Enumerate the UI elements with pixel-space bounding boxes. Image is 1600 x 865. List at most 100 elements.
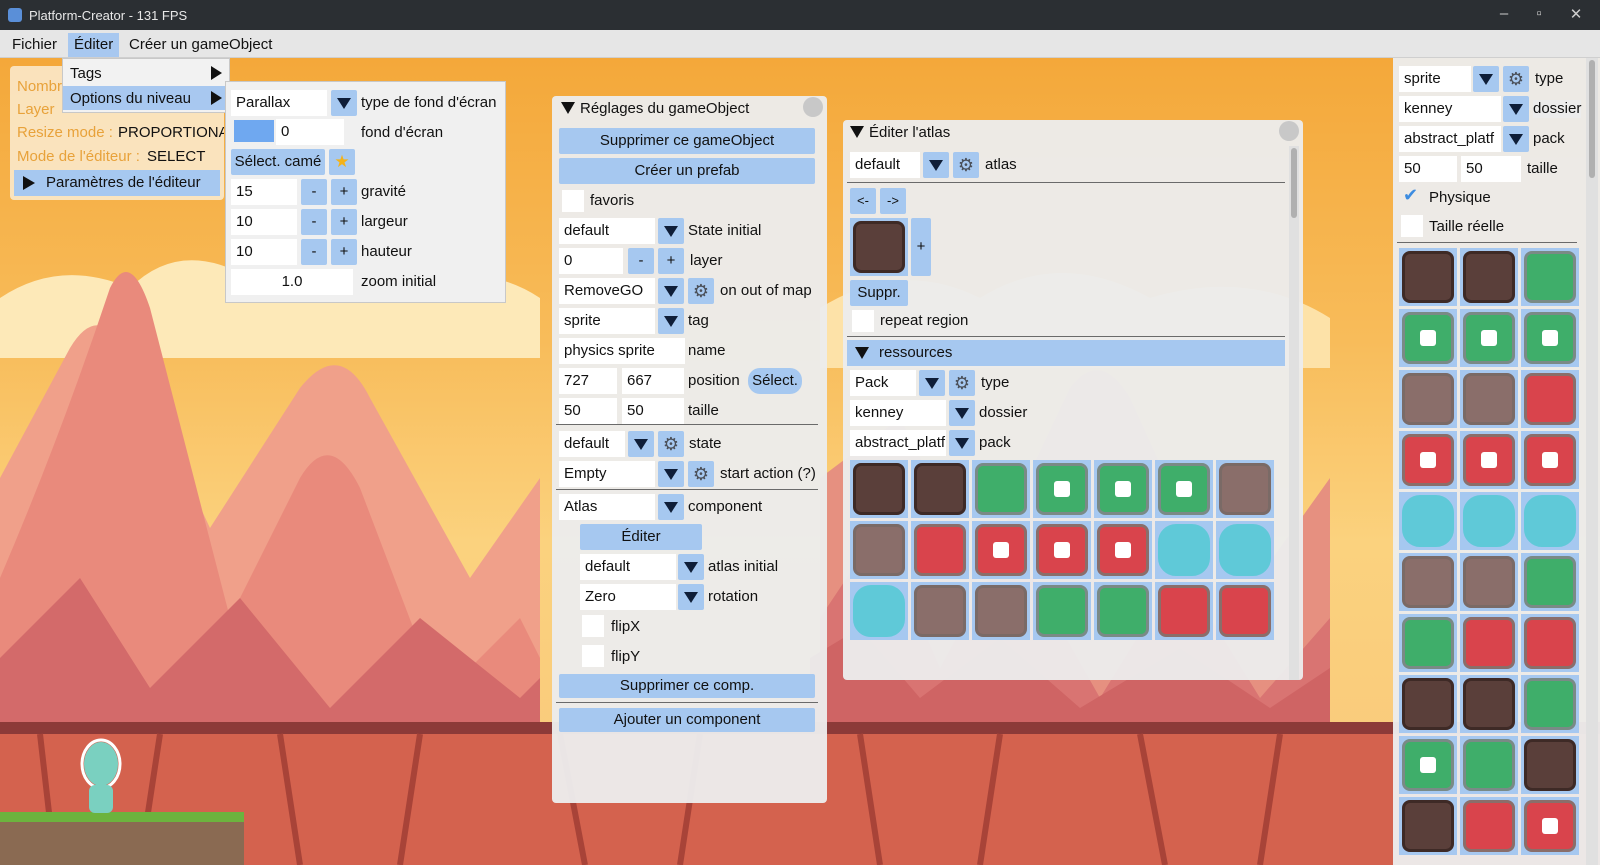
tile-slot[interactable] bbox=[1460, 614, 1518, 672]
tile-slot[interactable] bbox=[1094, 582, 1152, 640]
tile-slot[interactable] bbox=[911, 582, 969, 640]
tile-slot[interactable] bbox=[850, 521, 908, 579]
tile-slot[interactable] bbox=[1521, 431, 1579, 489]
tile-slot[interactable] bbox=[1216, 521, 1274, 579]
resource-folder-select[interactable]: kenney bbox=[850, 400, 946, 426]
atlas-gear-icon[interactable]: ⚙ bbox=[953, 152, 979, 178]
tag-dropdown-icon[interactable] bbox=[658, 308, 684, 334]
tile-slot[interactable] bbox=[911, 521, 969, 579]
atlas-region-slot[interactable] bbox=[850, 218, 908, 276]
atlas-initial-select[interactable]: default bbox=[580, 554, 676, 580]
tile-slot[interactable] bbox=[1521, 309, 1579, 367]
state-initial-select[interactable]: default bbox=[559, 218, 655, 244]
layer-minus-button[interactable]: - bbox=[628, 248, 654, 274]
tile-slot[interactable] bbox=[1399, 553, 1457, 611]
real-size-checkbox[interactable] bbox=[1401, 215, 1423, 237]
tile-slot[interactable] bbox=[1399, 248, 1457, 306]
close-panel-icon[interactable] bbox=[803, 97, 823, 117]
resource-type-dropdown-icon[interactable] bbox=[919, 370, 945, 396]
position-x-input[interactable]: 727 bbox=[559, 368, 617, 394]
width-plus-button[interactable]: + bbox=[331, 209, 357, 235]
atlas-scrollbar-thumb[interactable] bbox=[1291, 148, 1297, 218]
tile-slot[interactable] bbox=[1094, 521, 1152, 579]
tile-slot[interactable] bbox=[1521, 370, 1579, 428]
tile-slot[interactable] bbox=[1460, 309, 1518, 367]
start-action-dropdown-icon[interactable] bbox=[658, 461, 684, 487]
close-icon[interactable]: ✕ bbox=[1566, 5, 1586, 23]
atlas-scrollbar[interactable] bbox=[1289, 146, 1299, 680]
tile-slot[interactable] bbox=[1155, 460, 1213, 518]
browser-scrollbar-thumb[interactable] bbox=[1589, 60, 1595, 178]
add-region-button[interactable]: + bbox=[911, 218, 931, 276]
tile-slot[interactable] bbox=[1521, 797, 1579, 855]
minimize-icon[interactable]: – bbox=[1494, 5, 1514, 22]
state-dropdown-icon[interactable] bbox=[628, 431, 654, 457]
size-width-input[interactable]: 50 bbox=[559, 398, 617, 424]
component-select[interactable]: Atlas bbox=[559, 494, 655, 520]
tile-slot[interactable] bbox=[1399, 675, 1457, 733]
position-y-input[interactable]: 667 bbox=[622, 368, 684, 394]
layer-plus-button[interactable]: + bbox=[658, 248, 684, 274]
tile-slot[interactable] bbox=[1155, 582, 1213, 640]
menu-editer[interactable]: Éditer bbox=[68, 33, 120, 57]
resource-type-select[interactable]: Pack bbox=[850, 370, 916, 396]
favorite-checkbox[interactable] bbox=[562, 190, 584, 212]
tile-slot[interactable] bbox=[911, 460, 969, 518]
collapse-icon[interactable] bbox=[561, 102, 575, 114]
component-dropdown-icon[interactable] bbox=[658, 494, 684, 520]
gravity-minus-button[interactable]: - bbox=[301, 179, 327, 205]
tile-slot[interactable] bbox=[1521, 553, 1579, 611]
atlas-prev-button[interactable]: <- bbox=[850, 188, 876, 214]
tile-slot[interactable] bbox=[1399, 431, 1457, 489]
delete-component-button[interactable]: Supprimer ce comp. bbox=[559, 674, 815, 698]
tile-slot[interactable] bbox=[1399, 492, 1457, 550]
zoom-input[interactable]: 1.0 bbox=[231, 269, 353, 295]
tile-slot[interactable] bbox=[1460, 431, 1518, 489]
repeat-region-checkbox[interactable] bbox=[852, 310, 874, 332]
tile-slot[interactable] bbox=[1216, 460, 1274, 518]
gravity-plus-button[interactable]: + bbox=[331, 179, 357, 205]
bg-index-input[interactable]: 0 bbox=[276, 119, 344, 145]
bg-type-dropdown-icon[interactable] bbox=[331, 90, 357, 116]
tag-select[interactable]: sprite bbox=[559, 308, 655, 334]
atlas-select[interactable]: default bbox=[850, 152, 920, 178]
browser-scrollbar[interactable] bbox=[1586, 58, 1598, 865]
tile-slot[interactable] bbox=[1521, 736, 1579, 794]
browser-folder-dropdown-icon[interactable] bbox=[1503, 96, 1529, 122]
delete-gameobject-button[interactable]: Supprimer ce gameObject bbox=[559, 128, 815, 154]
rotation-dropdown-icon[interactable] bbox=[678, 584, 704, 610]
tile-slot[interactable] bbox=[1033, 460, 1091, 518]
menu-fichier[interactable]: Fichier bbox=[6, 33, 63, 57]
menu-item-options[interactable]: Options du niveau bbox=[63, 86, 229, 110]
out-of-map-dropdown-icon[interactable] bbox=[658, 278, 684, 304]
layer-input[interactable]: 0 bbox=[559, 248, 623, 274]
state-gear-icon[interactable]: ⚙ bbox=[658, 431, 684, 457]
editor-params-header[interactable]: Paramètres de l'éditeur bbox=[14, 170, 220, 196]
browser-width-input[interactable]: 50 bbox=[1399, 156, 1457, 182]
out-of-map-gear-icon[interactable]: ⚙ bbox=[688, 278, 714, 304]
star-icon[interactable]: ★ bbox=[329, 149, 355, 175]
tile-slot[interactable] bbox=[1521, 492, 1579, 550]
size-height-input[interactable]: 50 bbox=[622, 398, 684, 424]
menu-creer-gameobject[interactable]: Créer un gameObject bbox=[123, 33, 278, 57]
tile-slot[interactable] bbox=[1521, 675, 1579, 733]
browser-height-input[interactable]: 50 bbox=[1461, 156, 1521, 182]
browser-pack-dropdown-icon[interactable] bbox=[1503, 126, 1529, 152]
tile-slot[interactable] bbox=[1155, 521, 1213, 579]
tile-slot[interactable] bbox=[1521, 248, 1579, 306]
remove-region-button[interactable]: Suppr. bbox=[850, 280, 908, 306]
tile-slot[interactable] bbox=[1460, 492, 1518, 550]
tile-slot[interactable] bbox=[1033, 521, 1091, 579]
height-minus-button[interactable]: - bbox=[301, 239, 327, 265]
flipy-checkbox[interactable] bbox=[582, 645, 604, 667]
tile-slot[interactable] bbox=[972, 460, 1030, 518]
collapse-icon[interactable] bbox=[850, 126, 864, 138]
tile-slot[interactable] bbox=[1460, 797, 1518, 855]
resource-pack-select[interactable]: abstract_platf bbox=[850, 430, 946, 456]
tile-slot[interactable] bbox=[1460, 370, 1518, 428]
tile-slot[interactable] bbox=[1094, 460, 1152, 518]
tile-slot[interactable] bbox=[1460, 248, 1518, 306]
rotation-select[interactable]: Zero bbox=[580, 584, 676, 610]
start-action-gear-icon[interactable]: ⚙ bbox=[688, 461, 714, 487]
bg-type-select[interactable]: Parallax bbox=[231, 90, 327, 116]
